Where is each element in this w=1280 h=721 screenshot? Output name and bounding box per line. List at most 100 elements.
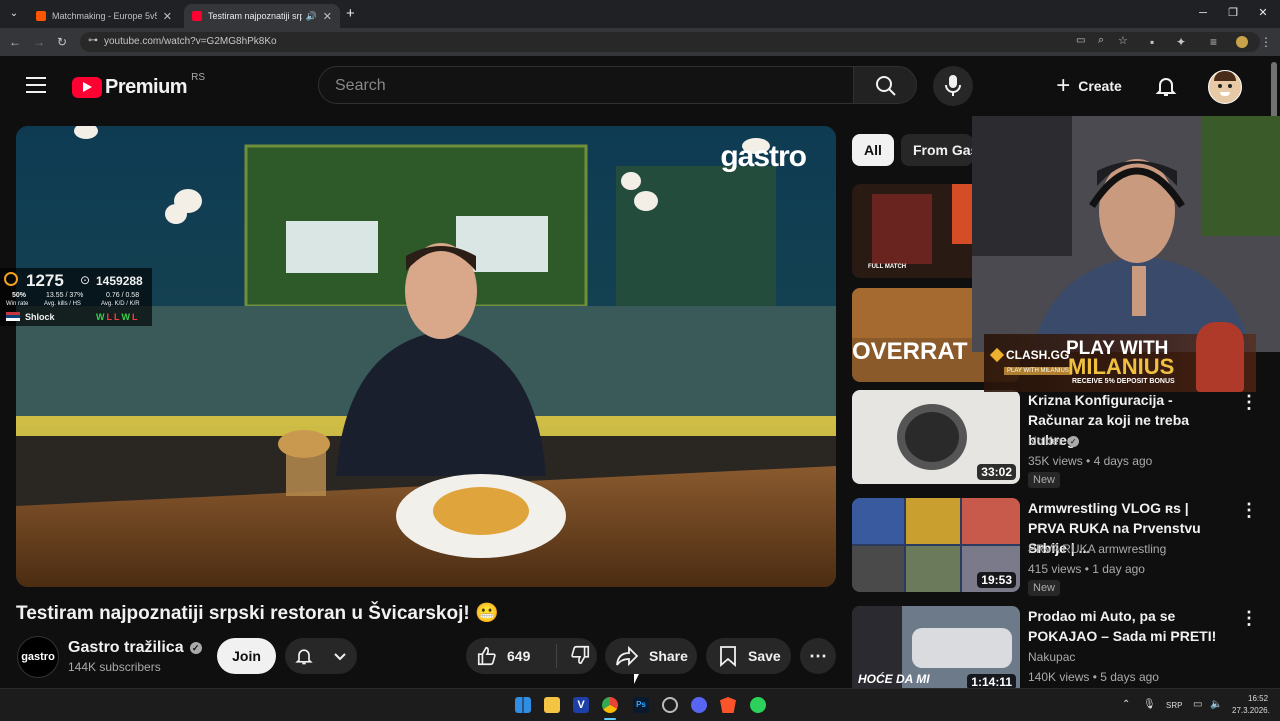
sponsor-banner: CLASH.GG PLAY WITH MILANIUS PLAY WITH MI… [984,322,1256,392]
url-text[interactable]: youtube.com/watch?v=G2MG8hPk8Ko [104,36,277,47]
recommendation-thumbnail[interactable]: 33:02 [852,390,1020,484]
chip-all[interactable]: All [852,134,894,166]
winrate-label: Win rate [6,301,29,307]
channel-watermark: gastro [720,140,807,174]
microphone-tray-icon[interactable]: 🎙 [1143,699,1156,710]
upload-age: 4 days ago [1093,454,1153,468]
bookmark-star-icon[interactable]: ☆ [1118,34,1128,47]
recommendation-stats: 140K views • 5 days ago [1028,670,1159,684]
close-tab-icon[interactable]: ✕ [163,10,172,23]
channel-text[interactable]: Nolifer [1028,434,1063,448]
region-code: RS [191,71,205,83]
video-duration: 19:53 [977,572,1016,588]
channel-avatar[interactable]: gastro [17,636,59,678]
zoom-icon[interactable]: ⌕ [1098,34,1104,47]
close-tab-icon[interactable]: ✕ [323,10,332,23]
subscription-notifications-button[interactable] [285,638,357,674]
browser-tab-youtube[interactable]: Testiram najpoznatiji srpski 🔊 ✕ [184,4,340,28]
forward-icon[interactable]: → [33,34,45,50]
join-button[interactable]: Join [217,638,276,674]
tab-search-button[interactable]: ⌄ [6,6,22,22]
file-explorer-icon[interactable] [544,697,560,713]
video-player[interactable]: gastro [16,126,836,587]
recommendation-title[interactable]: Prodao mi Auto, pa se POKAJAO – Sada mi … [1028,606,1228,646]
reading-list-icon[interactable]: ≡ [1210,34,1217,50]
search-button[interactable] [853,66,917,104]
clock-time[interactable]: 16:52 [1248,694,1268,703]
input-language[interactable]: SRP [1166,701,1182,710]
youtube-premium-logo[interactable]: Premium RS [72,72,205,98]
share-label: Share [649,648,688,664]
more-options-icon[interactable]: ⋮ [1240,500,1258,521]
dislike-button[interactable] [557,644,591,669]
address-bar[interactable]: ⊶ youtube.com/watch?v=G2MG8hPk8Ko ▭ ⌕ ☆ [80,32,1260,52]
recommendation-channel[interactable]: Nolifer ✓ [1028,434,1079,448]
like-dislike-group: 649 [466,638,597,674]
back-icon[interactable]: ← [9,34,21,50]
notifications-bell-icon[interactable] [1154,74,1178,103]
steam-like-icon[interactable] [662,697,678,713]
verified-check-icon: ✓ [189,642,202,654]
recommendation-thumbnail[interactable]: 19:53 [852,498,1020,592]
faceit-points-icon: ⊙ [80,273,91,287]
faceit-client-icon[interactable] [750,697,766,713]
elo-value: 1275 [26,271,64,290]
hamburger-menu-icon[interactable] [26,77,46,93]
upload-age: 1 day ago [1092,562,1145,576]
account-avatar[interactable] [1208,70,1242,104]
like-button[interactable]: 649 [466,644,557,668]
channel-name-text[interactable]: Gastro tražilica [68,639,184,657]
recommendation-stats: 415 views • 1 day ago [1028,562,1145,576]
close-window-button[interactable]: ✕ [1248,4,1278,22]
minimize-button[interactable]: ─ [1188,4,1218,22]
more-actions-button[interactable]: ⋯ [800,638,836,674]
create-button[interactable]: + Create [1046,66,1132,106]
site-info-icon[interactable]: ⊶ [88,35,98,46]
recommendation-stats: 35K views • 4 days ago [1028,454,1153,468]
more-options-icon[interactable]: ⋮ [1240,608,1258,629]
share-button[interactable]: Share [605,638,697,674]
logo-text: Premium [105,75,188,98]
plus-icon: + [1056,72,1071,99]
search-box[interactable] [318,66,854,104]
recommendation-channel[interactable]: Nakupac [1028,650,1075,664]
chip-label: All [864,142,882,158]
vs-app-icon[interactable]: V [573,697,589,713]
chrome-icon[interactable] [602,697,618,713]
browser-tab-matchmaking[interactable]: Matchmaking - Europe 5v5 Qu ✕ [28,4,180,28]
kills-value: 13.55 / 37% [46,292,84,299]
thumbnail-caption: OVERRAT [852,338,968,365]
windows-start-icon[interactable] [515,697,531,713]
save-button[interactable]: Save [706,638,791,674]
cast-icon[interactable]: ▭ [1076,35,1085,46]
maximize-button[interactable]: ❐ [1218,4,1248,22]
kills-label: Avg. kills / HS [44,301,81,307]
channel-name[interactable]: Gastro tražilica ✓ [68,639,202,657]
new-badge: New [1028,580,1061,596]
photoshop-icon[interactable]: Ps [633,697,649,713]
channel-avatar-logo: gastro [21,651,55,663]
thumbs-down-icon [571,645,590,664]
browser-menu-icon[interactable]: ⋮ [1260,34,1272,50]
profile-avatar-icon[interactable] [1236,36,1248,48]
extension-icon[interactable]: ▪ [1150,34,1154,50]
volume-icon[interactable]: 🔈 [1210,699,1222,710]
chip-from-channel[interactable]: From Gas [901,134,973,166]
subscriber-count: 144K subscribers [68,660,161,674]
page-scrollbar[interactable] [1271,62,1277,118]
recommendation-thumbnail[interactable]: HOĆE DA MI 1:14:11 [852,606,1020,688]
discord-icon[interactable] [691,697,707,713]
audio-playing-icon[interactable]: 🔊 [306,11,317,22]
reload-icon[interactable]: ↻ [57,34,67,50]
new-tab-button[interactable]: + [346,5,355,22]
brave-icon[interactable] [720,697,736,713]
webcam-feed [972,116,1280,352]
clock-date[interactable]: 27.3.2026. [1232,706,1270,715]
more-options-icon[interactable]: ⋮ [1240,392,1258,413]
extensions-puzzle-icon[interactable]: ✦ [1176,34,1186,50]
search-input[interactable] [333,76,817,96]
voice-search-button[interactable] [933,66,973,106]
network-icon[interactable]: ▭ [1193,699,1202,710]
tray-overflow-icon[interactable]: ⌃ [1122,699,1130,710]
recommendation-channel[interactable]: PRVA RUKA armwrestling [1028,542,1166,556]
